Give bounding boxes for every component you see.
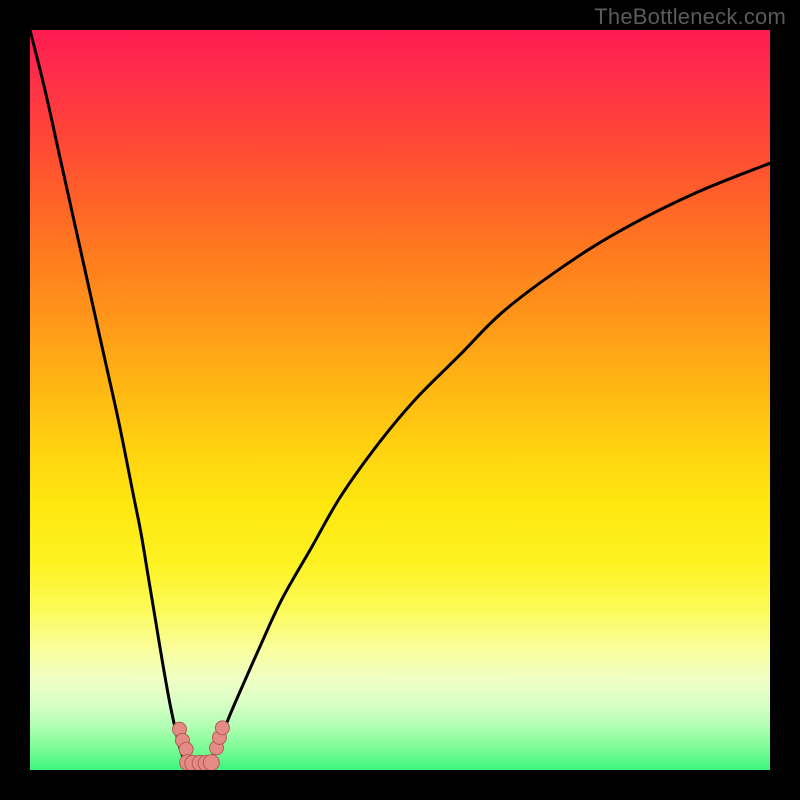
- watermark-text: TheBottleneck.com: [594, 4, 786, 30]
- valley-marker: [215, 721, 229, 735]
- valley-marker: [179, 742, 193, 756]
- valley-marker: [203, 755, 219, 770]
- curve-left-branch: [30, 30, 188, 763]
- curve-layer: [30, 30, 770, 770]
- chart-frame: TheBottleneck.com: [0, 0, 800, 800]
- curve-right-branch: [208, 163, 770, 763]
